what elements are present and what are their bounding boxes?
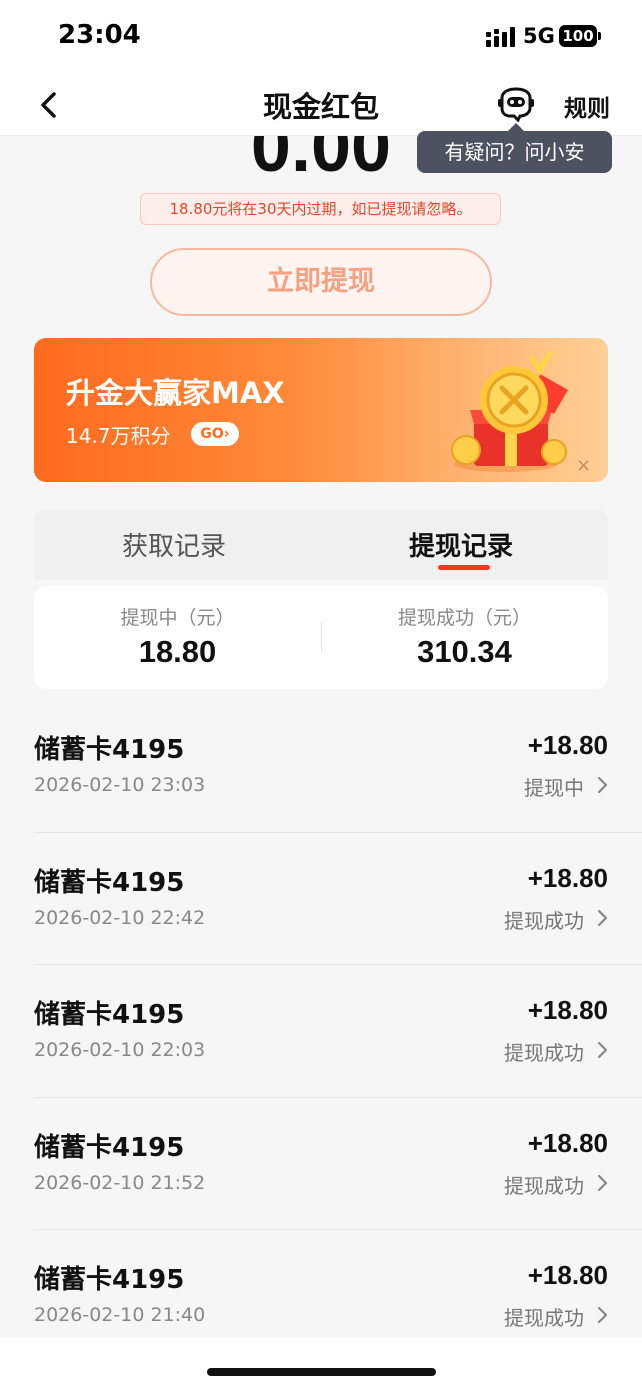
record-status: 提现成功 — [504, 1041, 584, 1065]
page-title: 现金红包 — [262, 90, 379, 124]
record-date: 2026-02-10 21:52 — [34, 1171, 206, 1194]
record-date: 2026-02-10 23:03 — [34, 774, 206, 796]
chevron-right-icon — [597, 776, 608, 794]
record-date: 2026-02-10 21:40 — [34, 1304, 206, 1326]
record-amount: +18.80 — [527, 995, 608, 1025]
chevron-right-icon — [597, 909, 608, 926]
success-value: 310.34 — [417, 634, 512, 669]
record-date: 2026-02-10 22:42 — [34, 906, 206, 929]
nav-bar: 现金红包 规则 — [0, 74, 642, 136]
record-card-name: 储蓄卡4195 — [34, 735, 185, 765]
promo-points: 14.7万积分 — [66, 424, 171, 448]
signal-icon — [486, 27, 515, 47]
record-status: 提现成功 — [504, 1173, 584, 1198]
record-row[interactable]: 储蓄卡4195 2026-02-10 22:42 +18.80 提现成功 — [34, 833, 642, 965]
record-status: 提现成功 — [504, 1306, 584, 1330]
record-date: 2026-02-10 22:03 — [34, 1039, 206, 1061]
assistant-tooltip[interactable]: 有疑问？问小安 — [417, 131, 612, 173]
record-amount: +18.80 — [527, 862, 608, 893]
promo-banner[interactable]: 升金大赢家MAX 14.7万积分 GO› × — [34, 338, 608, 482]
record-card-name: 储蓄卡4195 — [34, 867, 185, 898]
record-card-name: 储蓄卡4195 — [34, 1265, 185, 1295]
promo-title: 升金大赢家MAX — [66, 376, 285, 410]
record-status: 提现中 — [524, 776, 584, 800]
home-indicator[interactable] — [207, 1368, 436, 1376]
network-type: 5G — [523, 24, 555, 48]
pending-value: 18.80 — [138, 634, 217, 669]
record-row[interactable]: 储蓄卡4195 2026-02-10 21:52 +18.80 提现成功 — [34, 1098, 642, 1230]
gift-box-coin-icon — [451, 351, 568, 472]
record-status: 提现成功 — [504, 908, 584, 933]
bottom-safe-area — [0, 1338, 642, 1389]
withdraw-now-button[interactable]: 立即提现 — [150, 248, 492, 316]
chevron-right-icon — [597, 1306, 608, 1324]
status-time: 23:04 — [58, 20, 141, 50]
battery-tip — [598, 32, 601, 40]
active-tab-indicator — [438, 565, 490, 570]
record-card-name: 储蓄卡4195 — [34, 1132, 185, 1163]
expire-notice: 18.80元将在30天内过期，如已提现请忽略。 — [140, 193, 501, 225]
withdraw-record-list: 储蓄卡4195 2026-02-10 23:03 +18.80 提现中 储蓄卡4… — [0, 700, 642, 1363]
chevron-right-icon — [597, 1041, 608, 1059]
promo-close-button[interactable]: × — [576, 455, 591, 476]
pending-label: 提现中（元） — [120, 607, 235, 629]
robot-assistant-icon[interactable] — [496, 86, 536, 122]
record-amount: +18.80 — [527, 1127, 608, 1158]
promo-go-button[interactable]: GO› — [191, 422, 239, 446]
record-amount: +18.80 — [527, 1260, 608, 1290]
status-bar: 23:04 5G 100 — [0, 0, 642, 74]
chevron-right-icon — [597, 1174, 608, 1191]
record-card-name: 储蓄卡4195 — [34, 1000, 185, 1030]
record-amount: +18.80 — [527, 730, 608, 760]
success-label: 提现成功（元） — [397, 607, 531, 629]
record-row[interactable]: 储蓄卡4195 2026-02-10 22:03 +18.80 提现成功 — [34, 965, 642, 1098]
withdraw-summary: 提现中（元） 18.80 提现成功（元） 310.34 — [34, 586, 608, 689]
battery-icon: 100 — [559, 25, 597, 47]
record-row[interactable]: 储蓄卡4195 2026-02-10 23:03 +18.80 提现中 — [34, 700, 642, 833]
record-tabs: 获取记录 提现记录 — [34, 510, 608, 580]
rules-link[interactable]: 规则 — [564, 89, 610, 123]
tab-earn-records[interactable]: 获取记录 — [122, 526, 226, 563]
tab-withdraw-records[interactable]: 提现记录 — [409, 526, 513, 563]
